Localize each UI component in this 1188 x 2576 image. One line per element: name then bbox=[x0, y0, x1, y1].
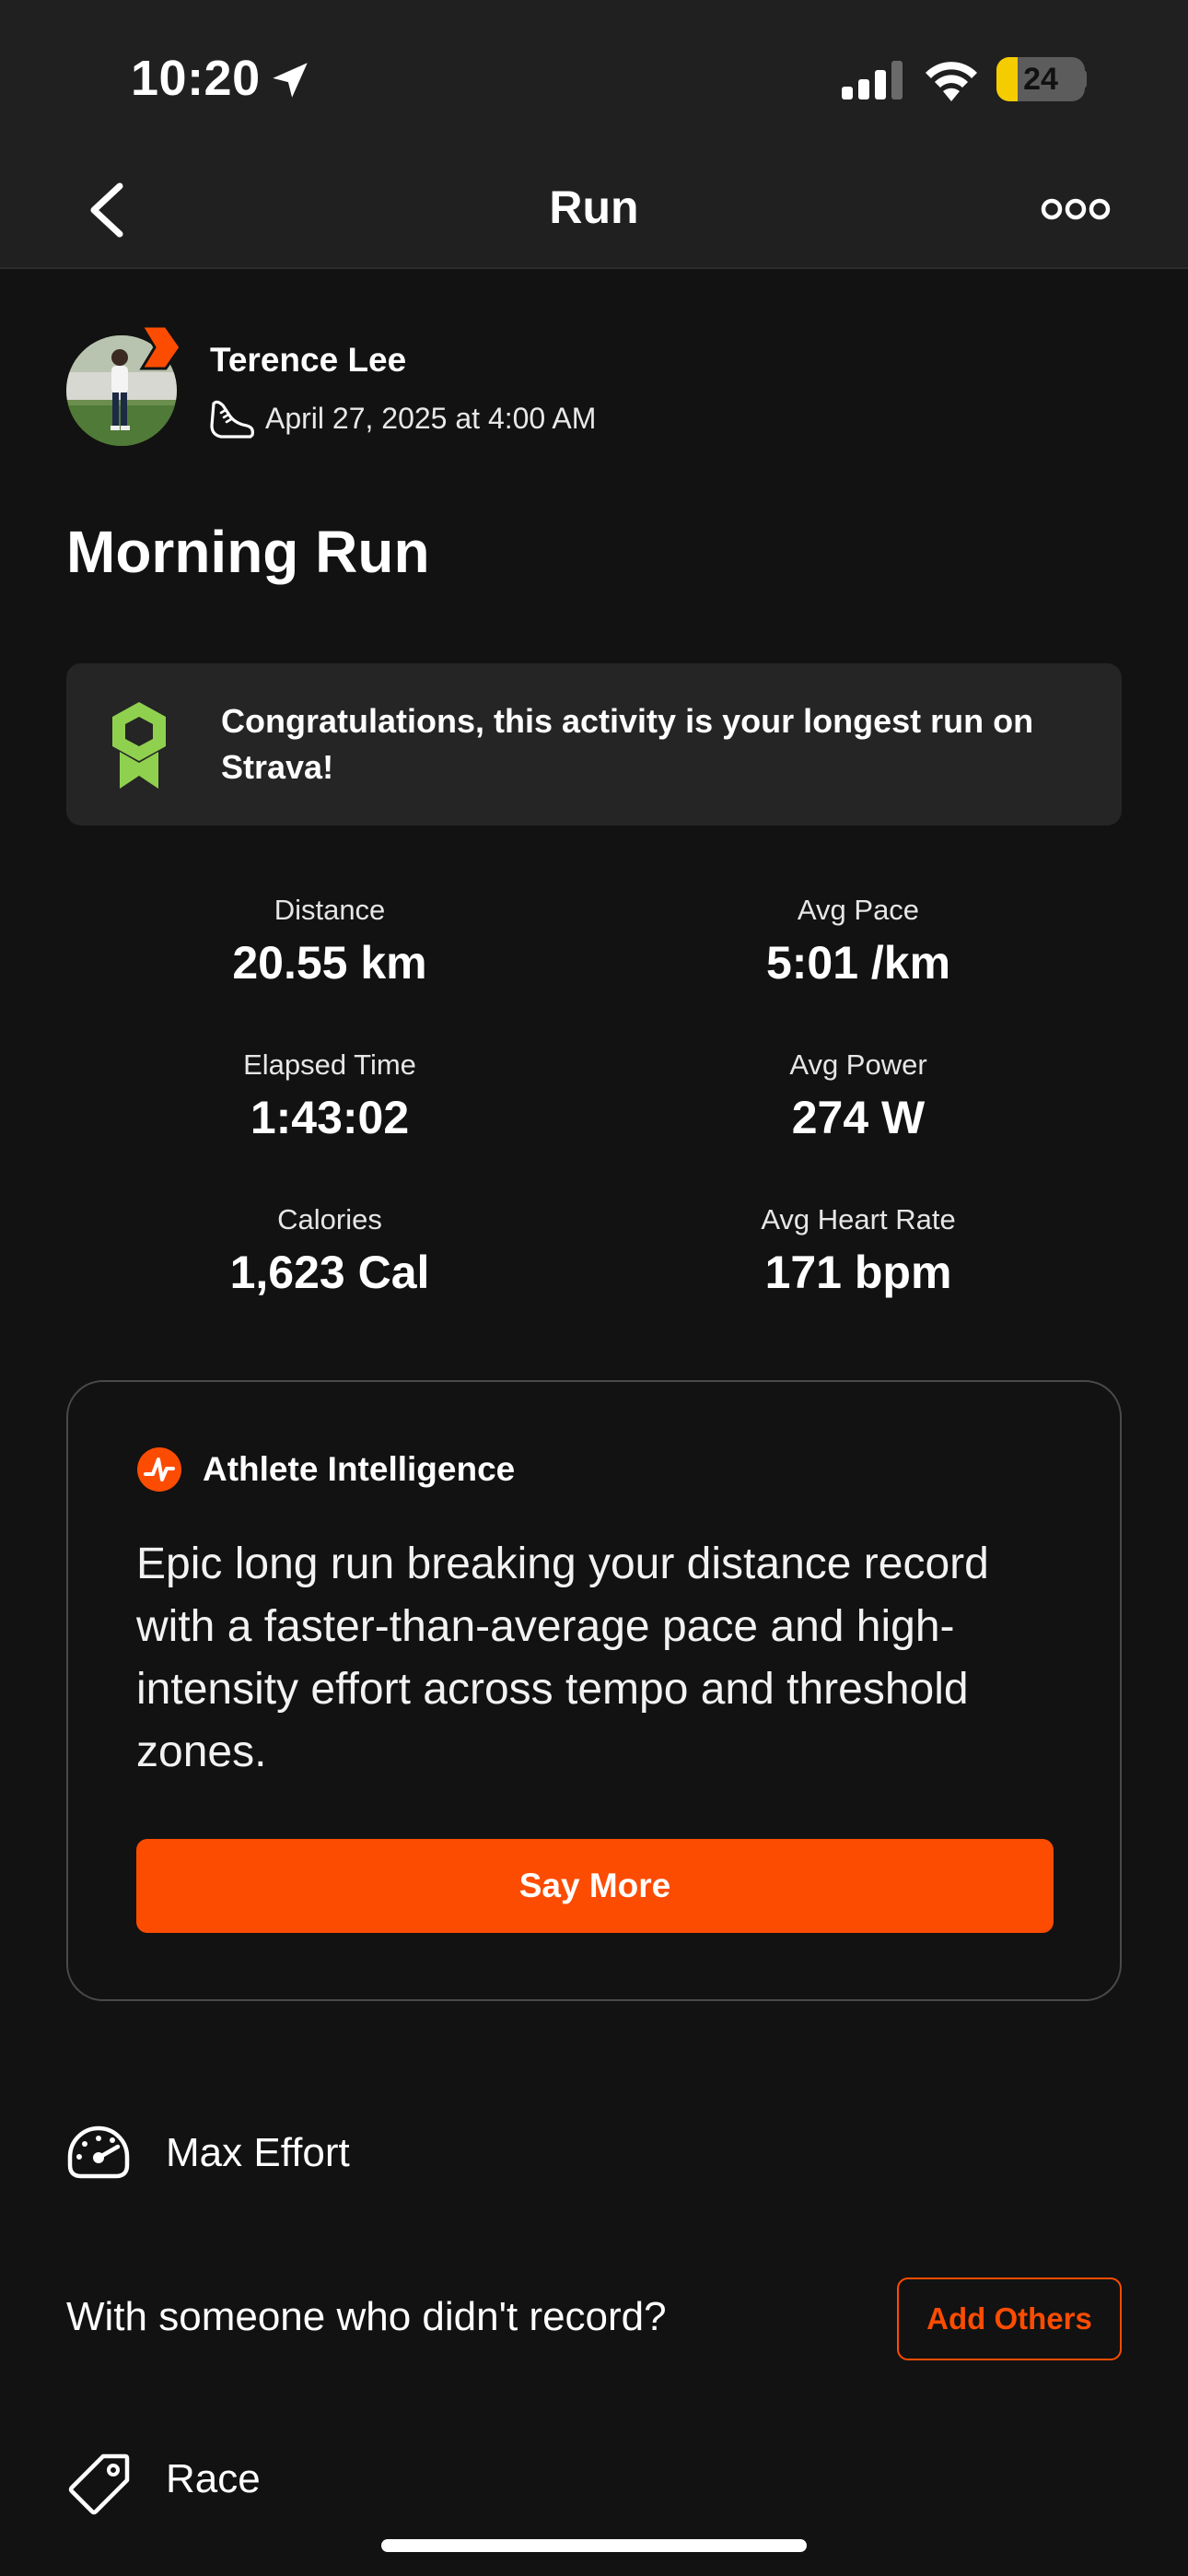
stat-label: Avg Power bbox=[789, 1048, 927, 1081]
say-more-button[interactable]: Say More bbox=[136, 1839, 1054, 1933]
stat-label: Calories bbox=[277, 1203, 382, 1235]
more-icon[interactable] bbox=[1041, 195, 1111, 223]
subscriber-badge-icon bbox=[139, 324, 182, 370]
activity-date: April 27, 2025 at 4:00 AM bbox=[265, 402, 597, 435]
status-time: 10:20 bbox=[131, 51, 261, 106]
battery-level: 24 bbox=[1023, 62, 1058, 97]
running-shoe-icon bbox=[210, 400, 254, 439]
location-arrow-icon bbox=[273, 63, 308, 98]
top-bar: 10:20 24 Run bbox=[0, 0, 1188, 269]
athlete-intelligence-summary: Epic long run breaking your distance rec… bbox=[136, 1540, 989, 1776]
workout-type-label[interactable]: Race bbox=[166, 2456, 261, 2502]
medal-icon bbox=[112, 702, 166, 789]
stat-avg-power: Avg Power 274 W bbox=[628, 1048, 1089, 1144]
athlete-intelligence-card: Athlete Intelligence Epic long run break… bbox=[66, 1380, 1122, 2001]
athlete-name[interactable]: Terence Lee bbox=[210, 341, 406, 380]
stat-value: 5:01 /km bbox=[765, 937, 951, 989]
stat-calories: Calories 1,623 Cal bbox=[99, 1203, 560, 1299]
achievement-text: Congratulations, this activity is your l… bbox=[221, 702, 1034, 786]
stat-label: Distance bbox=[274, 894, 386, 926]
athlete-intelligence-icon bbox=[137, 1447, 181, 1492]
home-indicator[interactable] bbox=[381, 2539, 807, 2552]
stat-value: 274 W bbox=[791, 1092, 926, 1143]
stat-label: Avg Heart Rate bbox=[761, 1203, 956, 1235]
achievement-banner[interactable]: Congratulations, this activity is your l… bbox=[66, 663, 1122, 825]
stat-avg-pace: Avg Pace 5:01 /km bbox=[628, 894, 1089, 989]
activity-title: Morning Run bbox=[66, 519, 430, 585]
battery-indicator: 24 bbox=[996, 57, 1085, 101]
battery-cap bbox=[1079, 70, 1087, 88]
wifi-icon bbox=[926, 62, 977, 101]
stat-value: 171 bpm bbox=[764, 1247, 952, 1298]
stat-value: 1,623 Cal bbox=[229, 1247, 430, 1298]
tag-icon bbox=[68, 2453, 130, 2515]
cellular-signal-icon bbox=[842, 61, 903, 100]
stat-label: Avg Pace bbox=[797, 894, 920, 926]
stat-value: 20.55 km bbox=[232, 937, 427, 989]
athlete-intelligence-title: Athlete Intelligence bbox=[203, 1450, 516, 1488]
nav-title: Run bbox=[549, 181, 639, 233]
stat-value: 1:43:02 bbox=[250, 1092, 410, 1143]
add-others-prompt: With someone who didn't record? bbox=[66, 2294, 667, 2339]
effort-label[interactable]: Max Effort bbox=[166, 2130, 350, 2176]
add-others-button[interactable]: Add Others bbox=[897, 2277, 1122, 2360]
speedometer-icon bbox=[67, 2125, 130, 2179]
stat-avg-heart-rate: Avg Heart Rate 171 bpm bbox=[628, 1203, 1089, 1299]
stat-distance: Distance 20.55 km bbox=[99, 894, 560, 989]
stat-elapsed-time: Elapsed Time 1:43:02 bbox=[99, 1048, 560, 1144]
stat-label: Elapsed Time bbox=[243, 1048, 416, 1081]
